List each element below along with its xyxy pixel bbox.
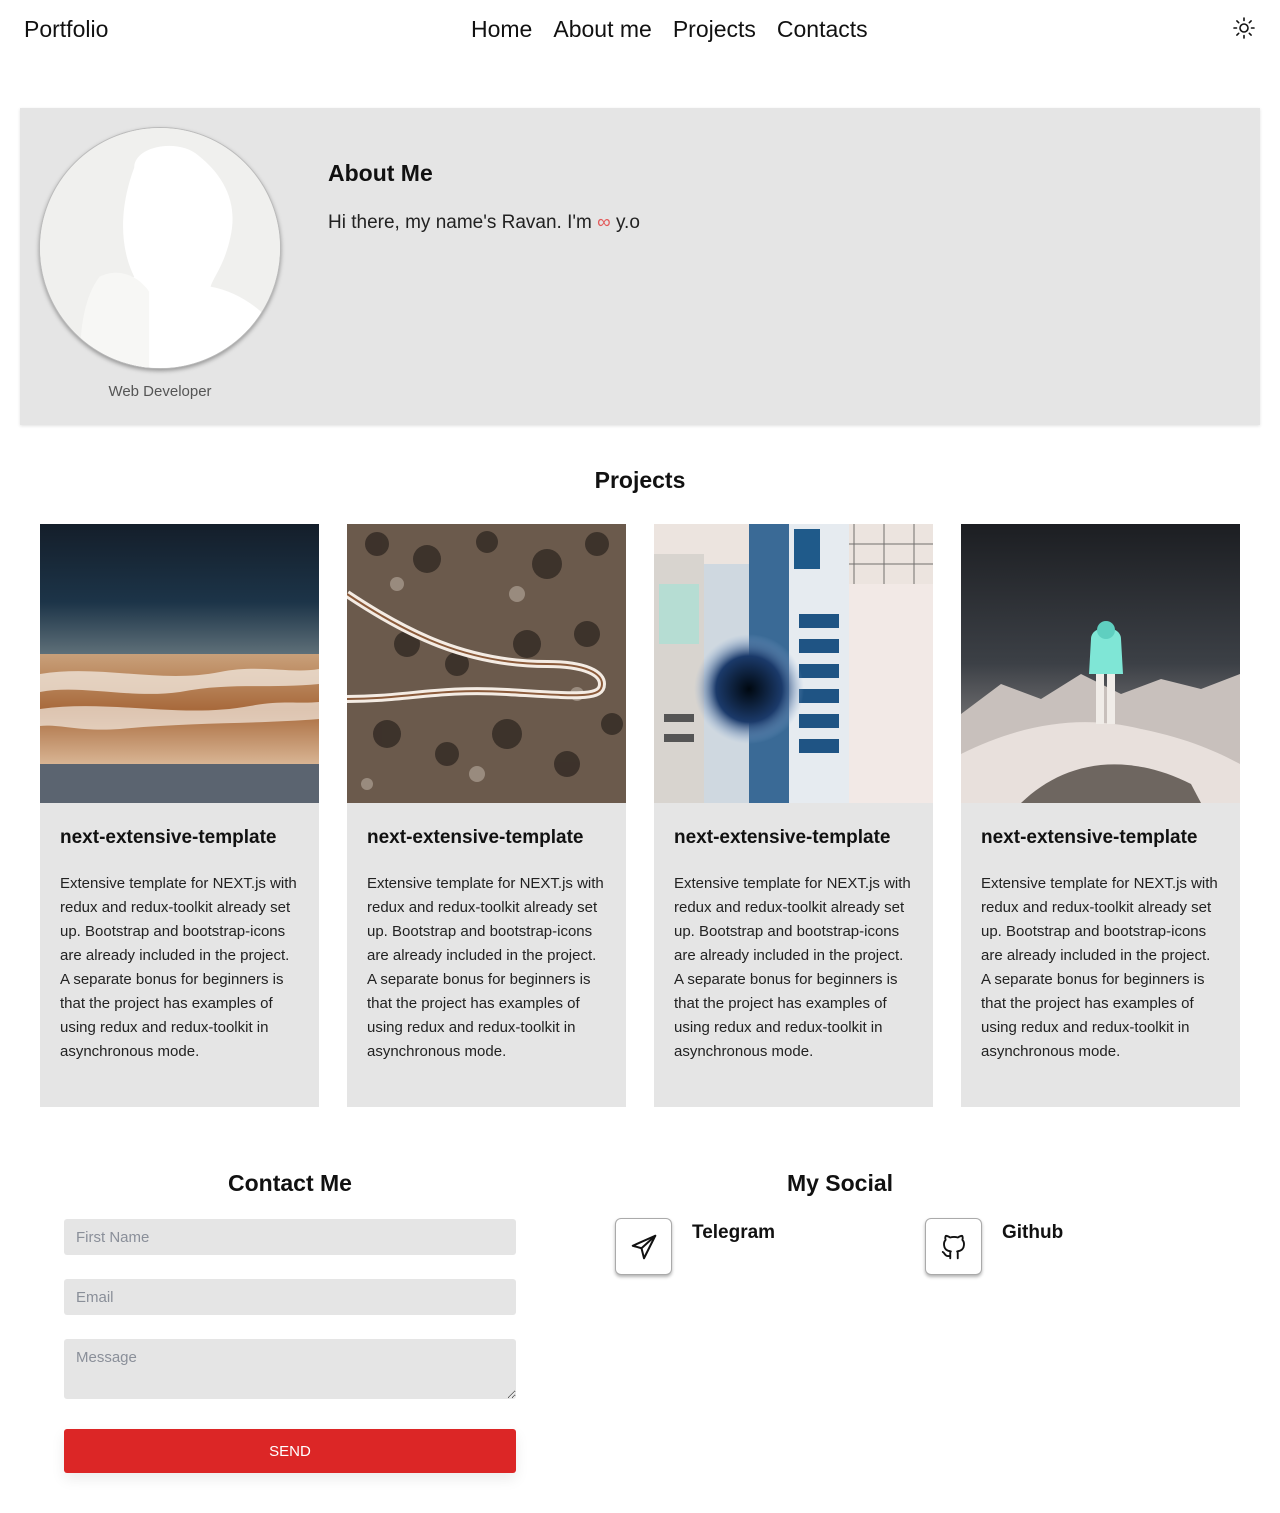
project-image: [961, 524, 1240, 803]
social-label-telegram[interactable]: Telegram: [692, 1222, 775, 1244]
nav-home[interactable]: Home: [471, 16, 532, 43]
project-description: Extensive template for NEXT.js with redu…: [367, 875, 604, 1060]
project-title[interactable]: next-extensive-template: [981, 827, 1197, 849]
first-name-field[interactable]: [64, 1219, 516, 1255]
message-field[interactable]: [64, 1339, 516, 1399]
project-description: Extensive template for NEXT.js with redu…: [981, 875, 1218, 1060]
project-card[interactable]: next-extensive-template Extensive templa…: [40, 524, 319, 1107]
about-title: About Me: [328, 160, 433, 186]
project-card[interactable]: next-extensive-template Extensive templa…: [961, 524, 1240, 1107]
project-description: Extensive template for NEXT.js with redu…: [674, 875, 911, 1060]
avatar: [39, 127, 281, 369]
social-link-github[interactable]: Github: [925, 1218, 1063, 1278]
main-nav: Home About me Projects Contacts: [471, 16, 868, 43]
send-button[interactable]: SEND: [64, 1429, 516, 1473]
contact-title: Contact Me: [228, 1170, 352, 1196]
telegram-icon[interactable]: [615, 1218, 672, 1275]
social-title: My Social: [786, 1170, 894, 1196]
about-text: Hi there, my name's Ravan. I'm ∞ y.o: [328, 212, 640, 234]
project-image: [654, 524, 933, 803]
social-label-github[interactable]: Github: [1002, 1222, 1063, 1244]
nav-about[interactable]: About me: [553, 16, 651, 43]
about-text-suffix: y.o: [610, 212, 640, 233]
github-icon[interactable]: [925, 1218, 982, 1275]
project-title[interactable]: next-extensive-template: [674, 827, 890, 849]
top-navbar: Portfolio Home About me Projects Contact…: [0, 0, 1280, 60]
brand-logo[interactable]: Portfolio: [24, 16, 108, 43]
project-card[interactable]: next-extensive-template Extensive templa…: [347, 524, 626, 1107]
social-link-telegram[interactable]: Telegram: [615, 1218, 775, 1278]
infinity-symbol: ∞: [597, 212, 611, 233]
nav-contacts[interactable]: Contacts: [777, 16, 868, 43]
sun-icon[interactable]: [1232, 16, 1256, 40]
project-title[interactable]: next-extensive-template: [60, 827, 276, 849]
role-caption: Web Developer: [108, 383, 212, 400]
nav-projects[interactable]: Projects: [673, 16, 756, 43]
project-description: Extensive template for NEXT.js with redu…: [60, 875, 297, 1060]
project-card[interactable]: next-extensive-template Extensive templa…: [654, 524, 933, 1107]
email-field[interactable]: [64, 1279, 516, 1315]
about-text-intro: Hi there, my name's Ravan. I'm: [328, 212, 598, 233]
project-image: [40, 524, 319, 803]
project-title[interactable]: next-extensive-template: [367, 827, 583, 849]
projects-title: Projects: [594, 467, 686, 493]
about-section: Web Developer About Me Hi there, my name…: [20, 108, 1260, 425]
project-image: [347, 524, 626, 803]
